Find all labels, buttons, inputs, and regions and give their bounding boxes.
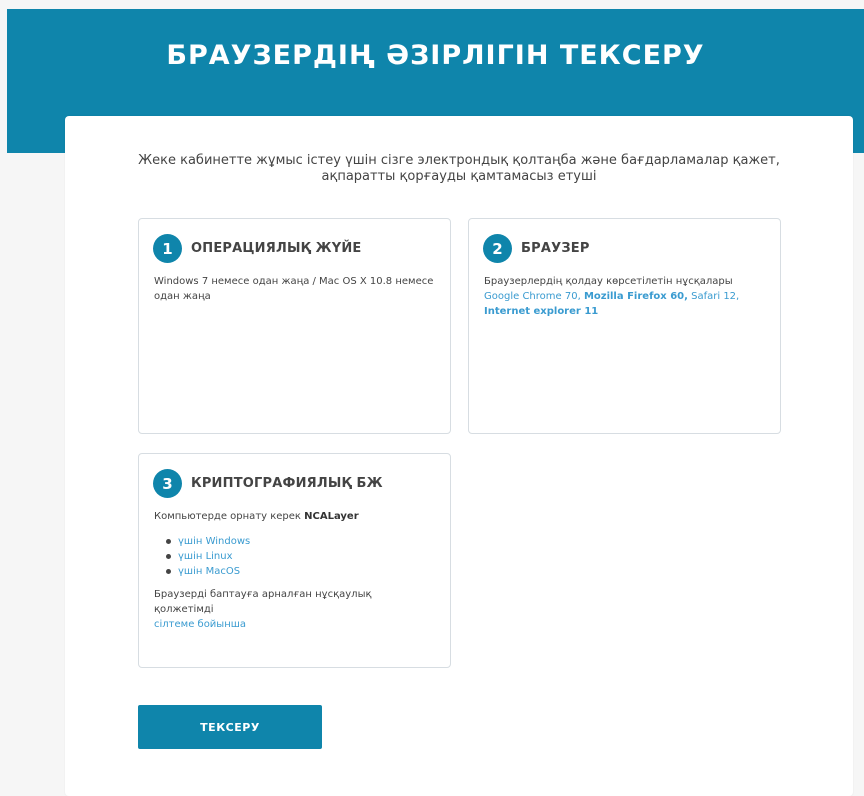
step-number-badge: 2	[483, 234, 512, 263]
list-item: үшін Linux	[166, 549, 434, 564]
browser-list: Google Chrome 70, Mozilla Firefox 60, Sa…	[484, 289, 764, 319]
browser-link-ie[interactable]: Internet explorer 11	[484, 306, 598, 317]
main-card: Жеке кабинетте жұмыс істеу үшін сізге эл…	[65, 116, 853, 796]
os-section: 1 ОПЕРАЦИЯЛЫҚ ЖҮЙЕ Windows 7 немесе одан…	[138, 218, 451, 434]
download-list: үшін Windows үшін Linux үшін MacOS	[154, 534, 434, 579]
crypto-section-header: 3 КРИПТОГРАФИЯЛЫҚ БЖ	[153, 469, 383, 498]
intro-line-1: Жеке кабинетте жұмыс істеу үшін сізге эл…	[138, 153, 780, 168]
crypto-requirement: Компьютерде орнату керек NCALayer	[154, 509, 434, 524]
setup-guide-link[interactable]: сілтеме бойынша	[154, 619, 246, 630]
os-section-title: ОПЕРАЦИЯЛЫҚ ЖҮЙЕ	[191, 241, 362, 256]
intro-text: Жеке кабинетте жұмыс істеу үшін сізге эл…	[65, 153, 853, 185]
os-requirement-text: Windows 7 немесе одан жаңа / Mac OS X 10…	[154, 276, 434, 302]
step-number-badge: 1	[153, 234, 182, 263]
download-link-macos[interactable]: үшін MacOS	[178, 566, 240, 577]
browser-requirement-text: Браузерлердің қолдау көрсетілетін нұсқал…	[484, 276, 733, 287]
os-section-header: 1 ОПЕРАЦИЯЛЫҚ ЖҮЙЕ	[153, 234, 362, 263]
crypto-product-name: NCALayer	[304, 511, 359, 522]
page-title: БРАУЗЕРДІҢ ӘЗІРЛІГІН ТЕКСЕРУ	[166, 40, 705, 71]
intro-line-2: ақпаратты қорғауды қамтамасыз етуші	[321, 169, 597, 184]
download-link-windows[interactable]: үшін Windows	[178, 536, 250, 547]
browser-section-header: 2 БРАУЗЕР	[483, 234, 590, 263]
browser-link-chrome[interactable]: Google Chrome 70,	[484, 291, 581, 302]
browser-section-body: Браузерлердің қолдау көрсетілетін нұсқал…	[484, 274, 764, 319]
crypto-section-title: КРИПТОГРАФИЯЛЫҚ БЖ	[191, 476, 383, 491]
browser-section-title: БРАУЗЕР	[521, 241, 590, 256]
setup-guide: Браузерді баптауға арналған нұсқаулық қо…	[154, 587, 434, 632]
download-link-linux[interactable]: үшін Linux	[178, 551, 233, 562]
crypto-requirement-text: Компьютерде орнату керек	[154, 511, 301, 522]
check-button[interactable]: ТЕКСЕРУ	[138, 705, 322, 749]
list-item: үшін MacOS	[166, 564, 434, 579]
setup-guide-text: Браузерді баптауға арналған нұсқаулық қо…	[154, 589, 372, 615]
os-section-body: Windows 7 немесе одан жаңа / Mac OS X 10…	[154, 274, 434, 304]
list-item: үшін Windows	[166, 534, 434, 549]
crypto-section-body: Компьютерде орнату керек NCALayer үшін W…	[154, 509, 434, 632]
step-number-badge: 3	[153, 469, 182, 498]
browser-link-safari[interactable]: Safari 12,	[691, 291, 739, 302]
browser-section: 2 БРАУЗЕР Браузерлердің қолдау көрсетіле…	[468, 218, 781, 434]
crypto-section: 3 КРИПТОГРАФИЯЛЫҚ БЖ Компьютерде орнату …	[138, 453, 451, 668]
browser-link-firefox[interactable]: Mozilla Firefox 60,	[584, 291, 688, 302]
